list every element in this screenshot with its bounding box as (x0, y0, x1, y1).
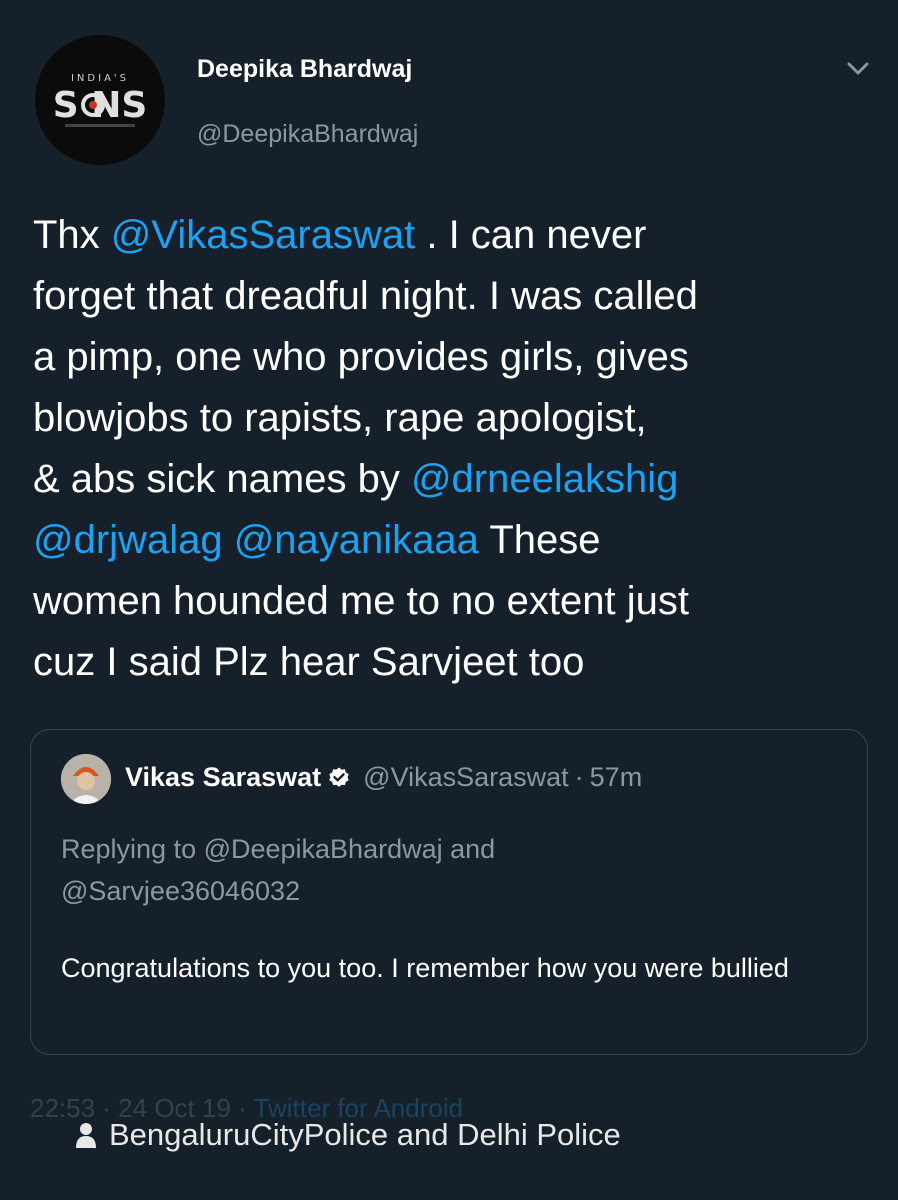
quoted-tweet-time[interactable]: 57m (590, 762, 643, 793)
tweet-line: a pimp, one who provides girls, gives (33, 335, 689, 379)
share-caption: BengaluruCityPolice and Delhi Police (75, 1117, 621, 1153)
quoted-tweet-header: Vikas Saraswat @VikasSaraswat · 57m (125, 762, 642, 793)
tweet-line: women hounded me to no extent just (33, 579, 689, 623)
tweet-text-segment: . I can never (415, 213, 647, 257)
verified-badge-icon (329, 767, 349, 787)
mention-link[interactable]: @VikasSaraswat (111, 213, 415, 257)
quoted-tweet-text: Congratulations to you too. I remember h… (61, 953, 789, 983)
tweet-text: Thx @VikasSaraswat . I can never forget … (33, 205, 883, 693)
tweet-line: cuz I said Plz hear Sarvjeet too (33, 640, 585, 684)
person-icon (76, 1123, 96, 1148)
tweet-screen: INDIA'S S NS Deepika Bhardwaj @DeepikaBh… (0, 0, 898, 1200)
author-display-name[interactable]: Deepika Bhardwaj (197, 55, 412, 84)
tweet-line: Thx @VikasSaraswat . I can never (33, 205, 883, 266)
person-photo-icon (61, 754, 111, 804)
replying-to-line: Replying to @DeepikaBhardwaj and (61, 834, 496, 864)
mention-link[interactable]: @drjwalag (33, 518, 223, 562)
tweet-text-segment: & abs sick names by (33, 457, 411, 501)
chevron-down-icon[interactable] (840, 55, 876, 85)
separator-dot: · (574, 762, 584, 792)
svg-text:S NS: S NS (53, 85, 148, 126)
tweet-text-segment: Thx (33, 213, 111, 257)
quoted-tweet-card[interactable]: Vikas Saraswat @VikasSaraswat · 57m Repl… (30, 729, 868, 1055)
replying-to: Replying to @DeepikaBhardwaj and @Sarvje… (61, 828, 495, 912)
author-handle[interactable]: @DeepikaBhardwaj (197, 120, 418, 149)
share-caption-text: BengaluruCityPolice and Delhi Police (109, 1117, 621, 1152)
svg-text:INDIA'S: INDIA'S (71, 73, 129, 84)
mention-link[interactable]: @drneelakshig (411, 457, 678, 501)
tweet-line: @drjwalag @nayanikaaa These (33, 510, 883, 571)
author-avatar[interactable]: INDIA'S S NS (35, 35, 165, 165)
tweet-line: forget that dreadful night. I was called (33, 274, 698, 318)
quoted-author-name[interactable]: Vikas Saraswat (125, 762, 321, 793)
replying-to-line: @Sarvjee36046032 (61, 876, 301, 906)
tweet-line: blowjobs to rapists, rape apologist, (33, 396, 647, 440)
quoted-author-handle[interactable]: @VikasSaraswat (363, 762, 569, 793)
mention-link[interactable]: @nayanikaaa (234, 518, 479, 562)
quoted-author-avatar[interactable] (61, 754, 111, 804)
tweet-line: & abs sick names by @drneelakshig (33, 449, 883, 510)
indias-sons-logo: INDIA'S S NS (35, 35, 165, 165)
tweet-text-segment: These (478, 518, 601, 562)
